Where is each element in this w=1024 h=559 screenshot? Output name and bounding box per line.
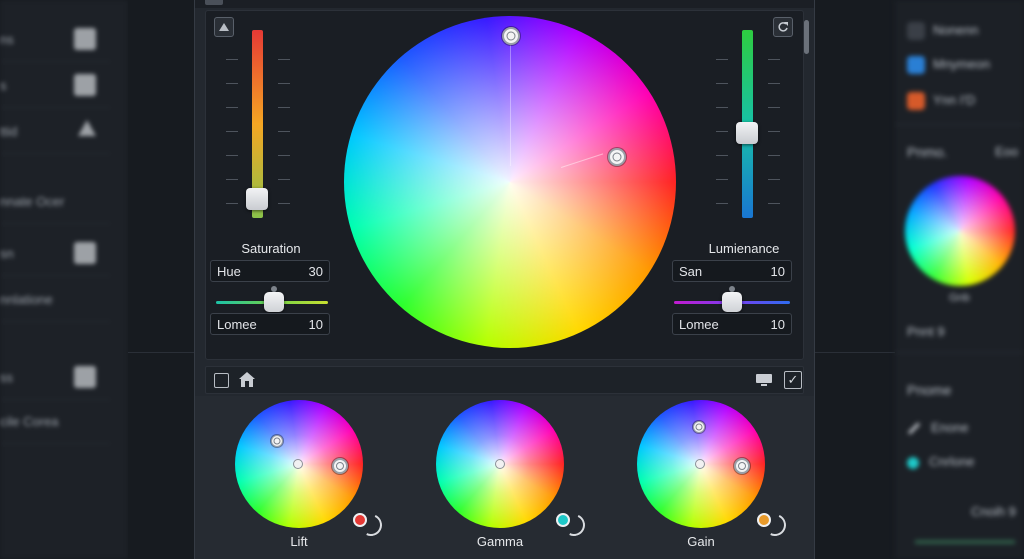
left-lomee-field-label: Lomee [217,317,257,332]
left-sidebar-item-label: cile Corea [0,414,59,429]
gain-wheel-handle[interactable] [693,421,705,433]
triangle-icon [78,120,96,136]
left-sidebar-item-label: ttid [0,124,18,139]
progress-bar [915,540,1015,544]
left-sidebar-item-label: ns [0,32,14,47]
luminance-label: Lumienance [708,241,780,256]
right-row[interactable]: Pnnt 9 [907,324,945,339]
left-sidebar-item-label: ss [0,370,13,385]
dialog-title-icon [205,0,223,5]
home-icon[interactable] [238,371,256,388]
mini-color-wheel[interactable] [905,176,1015,286]
triangle-up-icon [219,23,229,31]
gain-label: Gain [687,534,715,549]
divider [895,352,1024,353]
hue-field-label: Hue [217,264,241,279]
background-gap [128,0,194,559]
left-sidebar-item-label: s [0,78,7,93]
collapse-button[interactable] [214,17,234,37]
dot-icon [907,456,919,469]
left-sidebar-item[interactable]: ttid [0,110,110,154]
lift-wheel-center[interactable] [293,459,303,469]
left-sidebar-item[interactable]: nnate Ocer [0,180,110,224]
left-sidebar: ns s ttid nnate Ocer sn nnlatione ss cil… [0,0,128,559]
right-sidebar-item[interactable]: Ynn I'D [907,92,975,110]
dialog-title-bar [195,0,814,8]
enable-checkbox[interactable]: ✓ [784,371,802,389]
left-sidebar-item[interactable]: cile Corea [0,400,110,444]
reset-rotate-button[interactable] [773,17,793,37]
left-sidebar-item-label: nnate Ocer [0,194,65,209]
checkbox[interactable] [214,373,229,388]
scrollbar[interactable] [804,20,809,54]
left-sidebar-item[interactable]: ss [0,356,110,400]
pencil-icon [74,28,96,50]
divider [128,352,194,353]
wheel-handle-top[interactable] [502,27,520,45]
mini-wheel-label: Gnb [949,292,970,304]
hue-slider-thumb[interactable] [264,286,285,312]
right-tool-item[interactable]: Cnrlone [907,454,975,469]
left-sidebar-item[interactable]: nnlatione [0,278,110,322]
right-sidebar-item-label: Nonenn [933,22,979,38]
wheels-toolbar: ✓ [205,366,804,394]
right-tool-item[interactable]: Enone [907,420,969,435]
layers-icon [74,74,96,96]
lift-wheel-handle-right[interactable] [332,458,348,474]
right-sidebar: Nonenn Mnymeon Ynn I'D Pnmo. Eoo Gnb Pnn… [895,0,1024,559]
lift-label: Lift [290,534,308,549]
saturation-slider-thumb[interactable] [246,188,268,211]
right-lomee-field-label: Lomee [679,317,719,332]
wheel-handle-right[interactable] [608,148,626,166]
right-tool-label: Enone [931,420,969,435]
right-lomee-field-value: 10 [770,317,785,332]
hue-field-value: 30 [308,264,323,279]
san-field[interactable]: San 10 [672,260,792,282]
right-sidebar-item-label: Ynn I'D [933,92,976,108]
right-lomee-field[interactable]: Lomee 10 [672,313,792,335]
left-sidebar-item[interactable]: s [0,64,110,108]
lift-gamma-gain-panel: Lift Gamma Gain [195,396,814,559]
hue-field[interactable]: Hue 30 [210,260,330,282]
saturation-label: Saturation [241,241,301,256]
gain-wheel-center[interactable] [695,459,705,469]
ynn-icon [907,92,925,110]
right-section-title: Pnmo. [907,144,948,160]
right-sidebar-item[interactable]: Nonenn [907,22,979,40]
san-field-label: San [679,264,703,279]
pencil-icon [907,422,921,435]
mnymeon-icon [907,56,925,74]
gamma-label: Gamma [476,534,524,549]
left-lomee-field[interactable]: Lomee 10 [210,313,330,335]
san-field-value: 10 [770,264,785,279]
right-sidebar-item-label: Mnymeon [933,56,991,72]
primary-color-panel: Saturation Hue 30 Lomee 10 Lumienance Sa… [205,10,804,360]
gain-wheel-handle-right[interactable] [734,458,750,474]
background-gap [815,0,895,559]
wheel-guide-line [510,36,511,166]
luminance-slider-thumb[interactable] [736,122,758,145]
left-sidebar-item-label: nnlatione [0,292,53,307]
item-icon [907,22,925,40]
right-tool-label: Cnrlone [929,454,975,469]
rotate-icon [778,22,788,32]
gamma-wheel-center[interactable] [495,459,505,469]
left-sidebar-item[interactable]: ns [0,18,110,62]
left-sidebar-item[interactable]: sn [0,232,110,276]
color-grading-dialog: Saturation Hue 30 Lomee 10 Lumienance Sa… [194,0,815,559]
right-section-title: Pnome [907,382,952,398]
right-footer-text: Cnoih 9 [971,504,1016,519]
monitor-icon[interactable] [755,373,773,387]
san-slider-thumb[interactable] [722,286,742,312]
divider [895,124,1024,125]
left-lomee-field-value: 10 [308,317,323,332]
divider [815,352,895,353]
lift-wheel-handle[interactable] [271,435,283,447]
left-sidebar-item-label: sn [0,246,14,261]
right-section-extra: Eoo [995,144,1019,159]
copy-icon [74,366,96,388]
panel-icon [74,242,96,264]
right-sidebar-item[interactable]: Mnymeon [907,56,990,74]
